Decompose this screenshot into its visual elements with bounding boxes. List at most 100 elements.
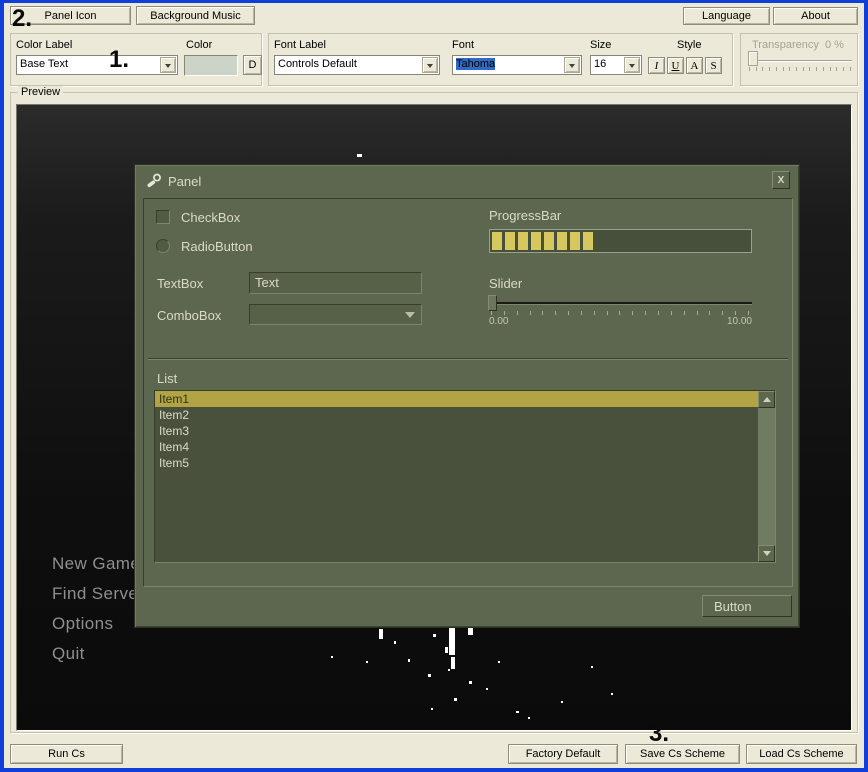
- tick-mark: [830, 67, 831, 71]
- factory-default-button[interactable]: Factory Default: [508, 744, 618, 764]
- color-caption: Color: [186, 39, 212, 51]
- panel-divider: [148, 358, 788, 360]
- speck: [431, 708, 433, 710]
- steam-icon: [146, 172, 163, 189]
- preview-slider[interactable]: [489, 302, 752, 305]
- tick-mark: [789, 67, 790, 71]
- chevron-down-icon[interactable]: [624, 57, 640, 73]
- tick-mark: [722, 311, 723, 315]
- transparency-slider[interactable]: [748, 60, 852, 62]
- about-button[interactable]: About: [773, 7, 858, 25]
- speck: [454, 698, 457, 701]
- transparency-label: Transparency 0 %: [752, 39, 844, 51]
- load-scheme-button[interactable]: Load Cs Scheme: [746, 744, 857, 764]
- tick-mark: [735, 311, 736, 315]
- color-swatch[interactable]: [184, 55, 238, 76]
- slider-min-label: 0.00: [489, 316, 508, 327]
- preview-radio[interactable]: [156, 239, 170, 253]
- chevron-down-icon[interactable]: [564, 57, 580, 73]
- slider-ticks: [491, 311, 749, 315]
- progressbar: [489, 229, 752, 253]
- list-item[interactable]: Item3: [155, 423, 758, 439]
- tick-mark: [491, 311, 492, 315]
- speck: [591, 666, 593, 668]
- preview-button[interactable]: Button: [702, 595, 792, 617]
- chevron-down-icon[interactable]: [422, 57, 438, 73]
- background-music-button[interactable]: Background Music: [136, 6, 255, 25]
- style-a-button[interactable]: A: [686, 57, 703, 74]
- scroll-down-button[interactable]: [758, 545, 775, 562]
- run-cs-button[interactable]: Run Cs: [10, 744, 123, 764]
- tick-mark: [709, 311, 710, 315]
- transparency-ticks: [749, 67, 851, 71]
- speck: [394, 641, 396, 644]
- font-combo[interactable]: Tahoma: [452, 55, 582, 75]
- color-label-combo-value: Base Text: [20, 58, 68, 70]
- tick-mark: [809, 67, 810, 71]
- tick-mark: [594, 311, 595, 315]
- progress-segment: [531, 232, 541, 250]
- language-button[interactable]: Language: [683, 7, 770, 25]
- size-combo[interactable]: 16: [590, 55, 642, 75]
- list-item[interactable]: Item5: [155, 455, 758, 471]
- list-item[interactable]: Item1: [155, 391, 758, 407]
- speck: [408, 659, 410, 662]
- slider-handle[interactable]: [488, 295, 497, 311]
- panel-close-button[interactable]: X: [772, 171, 790, 189]
- size-caption: Size: [590, 39, 611, 51]
- tick-mark: [748, 311, 749, 315]
- speck: [449, 625, 455, 655]
- tick-mark: [776, 67, 777, 71]
- scrollbar-track[interactable]: [758, 408, 775, 545]
- preview-label: Preview: [18, 86, 63, 98]
- default-color-button[interactable]: D: [243, 55, 262, 75]
- chevron-down-icon: [405, 312, 415, 323]
- tick-mark: [823, 67, 824, 71]
- font-label-combo-value: Controls Default: [278, 58, 357, 70]
- list-scrollbar: [758, 391, 775, 562]
- progress-segment: [583, 232, 593, 250]
- save-scheme-button[interactable]: Save Cs Scheme: [625, 744, 740, 764]
- tick-mark: [762, 67, 763, 71]
- transparency-slider-thumb[interactable]: [748, 51, 758, 66]
- tick-mark: [619, 311, 620, 315]
- speck: [611, 693, 613, 695]
- speck: [445, 647, 448, 653]
- speck: [468, 627, 473, 635]
- speck: [357, 154, 362, 157]
- tick-mark: [555, 311, 556, 315]
- progress-segment: [505, 232, 515, 250]
- list-item[interactable]: Item2: [155, 407, 758, 423]
- preview-textbox[interactable]: Text: [249, 272, 422, 294]
- speck: [528, 717, 530, 719]
- color-label-combo[interactable]: Base Text: [16, 55, 178, 75]
- font-caption: Font: [452, 39, 474, 51]
- arrow-down-icon: [763, 551, 771, 560]
- radio-label: RadioButton: [181, 239, 253, 254]
- tick-mark: [816, 67, 817, 71]
- preview-area: New GameFind ServersOptionsQuit Panel X …: [16, 104, 852, 731]
- tick-mark: [836, 67, 837, 71]
- scheme-editor-window: Panel Icon Background Music Language Abo…: [0, 0, 868, 772]
- progress-segment: [570, 232, 580, 250]
- list-item[interactable]: Item4: [155, 439, 758, 455]
- tick-mark: [504, 311, 505, 315]
- preview-checkbox[interactable]: [156, 210, 170, 224]
- speck: [428, 674, 431, 677]
- tick-mark: [684, 311, 685, 315]
- annotation-2: 2.: [12, 5, 32, 33]
- style-s-button[interactable]: S: [705, 57, 722, 74]
- style-italic-button[interactable]: I: [648, 57, 665, 74]
- preview-panel: Panel X CheckBox RadioButton ProgressBar…: [134, 164, 800, 628]
- progress-segment: [492, 232, 502, 250]
- scroll-up-button[interactable]: [758, 391, 775, 408]
- tick-mark: [658, 311, 659, 315]
- chevron-down-icon[interactable]: [160, 57, 176, 73]
- tick-mark: [645, 311, 646, 315]
- speck: [516, 711, 519, 713]
- preview-combobox[interactable]: [249, 304, 422, 325]
- font-label-combo[interactable]: Controls Default: [274, 55, 440, 75]
- close-icon: X: [778, 175, 785, 186]
- style-underline-button[interactable]: U: [667, 57, 684, 74]
- color-group-title: Color Label: [16, 39, 72, 51]
